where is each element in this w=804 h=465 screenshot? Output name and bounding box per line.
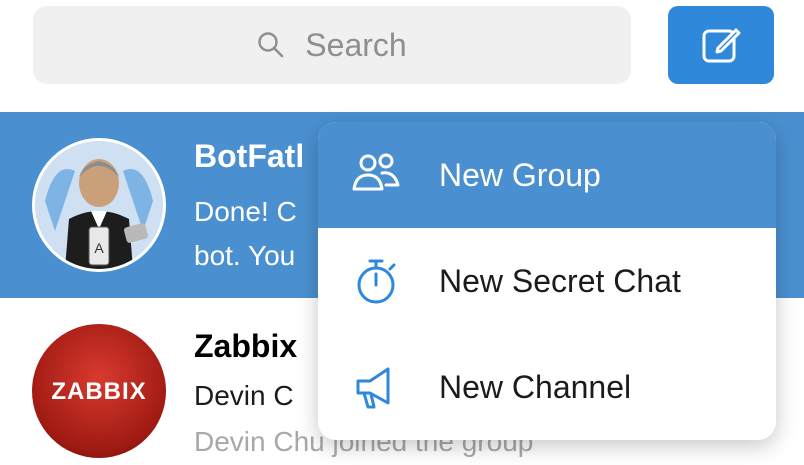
- menu-item-new-secret-chat[interactable]: New Secret Chat: [318, 228, 776, 334]
- chat-preview-line1: Done! C: [194, 196, 297, 227]
- chat-title: BotFatl: [194, 138, 305, 174]
- search-icon: [258, 32, 284, 58]
- stopwatch-icon: [357, 259, 396, 304]
- botfather-avatar-image: A: [35, 141, 163, 269]
- avatar: ZABBIX: [32, 324, 166, 458]
- compose-icon: [702, 28, 741, 63]
- menu-item-label: New Channel: [439, 368, 632, 405]
- chat-preview-line1: Devin C: [194, 380, 294, 411]
- group-icon: [352, 153, 400, 191]
- zabbix-logo: ZABBIX: [51, 378, 147, 405]
- chat-title: Zabbix: [194, 328, 298, 364]
- search-input[interactable]: Search: [305, 27, 406, 64]
- menu-item-new-group[interactable]: New Group: [318, 122, 776, 228]
- compose-button[interactable]: [668, 6, 774, 84]
- search-bar[interactable]: Search: [33, 6, 631, 84]
- menu-item-label: New Secret Chat: [439, 262, 681, 299]
- chat-preview-line2: bot. You: [194, 240, 296, 271]
- avatar: A: [32, 138, 166, 272]
- menu-item-new-channel[interactable]: New Channel: [318, 334, 776, 440]
- new-chat-menu: New Group New Secret Chat New Channel: [318, 122, 776, 440]
- megaphone-icon: [356, 367, 390, 409]
- svg-text:A: A: [94, 240, 104, 256]
- menu-item-label: New Group: [439, 156, 601, 193]
